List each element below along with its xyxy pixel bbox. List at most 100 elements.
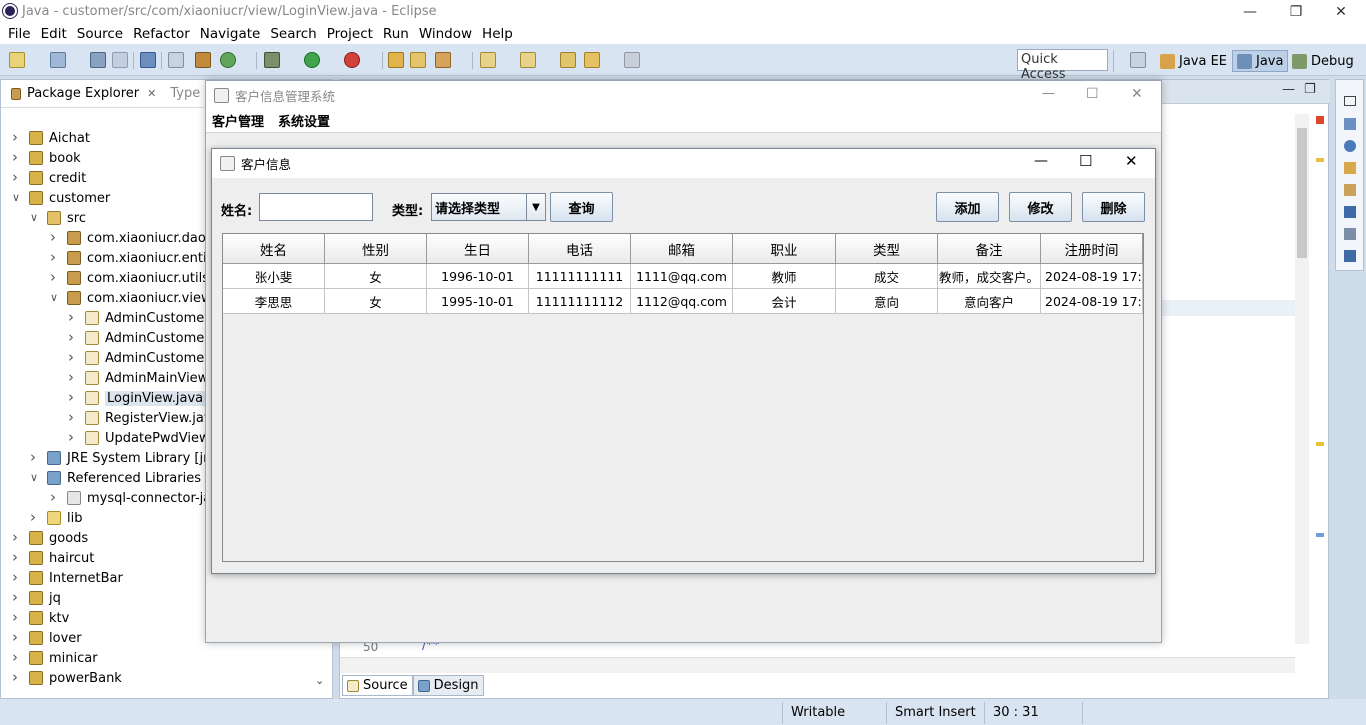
type-hierarchy-tab[interactable]: Type [170, 86, 200, 101]
back-icon[interactable] [584, 52, 600, 68]
query-button[interactable]: 查询 [550, 192, 613, 222]
scroll-down-icon[interactable]: ⌄ [315, 674, 324, 687]
new-icon[interactable] [9, 52, 25, 68]
tree-item[interactable]: Referenced Libraries [47, 468, 201, 488]
table-cell[interactable]: 2024-08-19 17:... [1041, 264, 1143, 289]
tree-item[interactable]: InternetBar [29, 568, 123, 588]
chevron-right-icon[interactable]: › [12, 588, 18, 606]
skip-breakpoints-icon[interactable] [168, 52, 184, 68]
chevron-down-icon[interactable]: ∨ [30, 471, 38, 484]
frame-maximize-icon[interactable]: ☐ [1079, 152, 1092, 170]
table-cell[interactable]: 教师，成交客户。 [938, 264, 1041, 289]
table-cell[interactable]: 1111@qq.com [631, 264, 733, 289]
declaration-icon[interactable] [1344, 184, 1356, 196]
perspective-java-ee[interactable]: Java EE [1160, 50, 1227, 72]
table-header-cell[interactable]: 电话 [529, 234, 631, 264]
refresh-icon[interactable] [220, 52, 236, 68]
chevron-right-icon[interactable]: › [12, 608, 18, 626]
tree-item[interactable]: minicar [29, 648, 98, 668]
source-tab[interactable]: Source [342, 675, 413, 696]
tree-item[interactable]: com.xiaoniucr.entity [67, 248, 219, 268]
menu-source[interactable]: Source [77, 26, 123, 42]
horizontal-scrollbar[interactable] [340, 657, 1295, 673]
menu-system-settings[interactable]: 系统设置 [278, 111, 330, 130]
open-folder-icon[interactable] [410, 52, 426, 68]
add-button[interactable]: 添加 [936, 192, 999, 222]
menu-project[interactable]: Project [327, 26, 373, 42]
javadoc-icon[interactable] [1344, 162, 1356, 174]
tree-item[interactable]: powerBank [29, 668, 122, 688]
table-cell[interactable]: 1996-10-01 [427, 264, 529, 289]
tree-item[interactable]: JRE System Library [jre1 [47, 448, 224, 468]
run-icon[interactable] [304, 52, 320, 68]
open-perspective-icon[interactable] [1130, 52, 1146, 68]
chevron-right-icon[interactable]: › [68, 388, 74, 406]
table-cell[interactable]: 11111111112 [529, 289, 631, 314]
quick-access-input[interactable]: Quick Access [1017, 49, 1108, 82]
tree-item[interactable]: AdminCustomerA [85, 308, 218, 328]
tree-item[interactable]: com.xiaoniucr.view [67, 288, 212, 308]
outer-close-icon[interactable]: ✕ [1131, 86, 1143, 102]
menu-help[interactable]: Help [482, 26, 513, 42]
frame-close-icon[interactable]: ✕ [1125, 152, 1138, 170]
outline-icon[interactable] [1344, 118, 1356, 130]
tree-item[interactable]: AdminCustomerU [85, 348, 219, 368]
package-explorer-tab[interactable]: Package Explorer [27, 86, 139, 101]
table-cell[interactable]: 女 [325, 289, 427, 314]
tree-item[interactable]: Aichat [29, 128, 90, 148]
build-icon[interactable] [195, 52, 211, 68]
menu-search[interactable]: Search [270, 26, 316, 42]
chevron-right-icon[interactable]: › [12, 628, 18, 646]
chevron-right-icon[interactable]: › [68, 428, 74, 446]
perspective-java[interactable]: Java [1232, 50, 1289, 72]
table-cell[interactable]: 意向客户 [938, 289, 1041, 314]
table-header-cell[interactable]: 生日 [427, 234, 529, 264]
restore-icon[interactable]: ❐ [1273, 0, 1319, 23]
editor-scrollbar[interactable] [1295, 114, 1309, 644]
outer-maximize-icon[interactable]: ☐ [1086, 86, 1099, 102]
tree-item[interactable]: haircut [29, 548, 94, 568]
maximize-view-icon[interactable]: ❐ [1304, 82, 1316, 97]
tree-item[interactable]: goods [29, 528, 88, 548]
name-input[interactable] [259, 193, 373, 221]
tree-item[interactable]: mysql-connector-jav [67, 488, 219, 508]
tree-item[interactable]: com.xiaoniucr.dao [67, 228, 206, 248]
chevron-right-icon[interactable]: › [30, 448, 36, 466]
table-cell[interactable]: 教师 [733, 264, 836, 289]
tree-item[interactable]: lib [47, 508, 82, 528]
table-cell[interactable]: 1995-10-01 [427, 289, 529, 314]
console-view-icon[interactable] [1344, 206, 1356, 218]
table-header-cell[interactable]: 类型 [836, 234, 938, 264]
tree-item[interactable]: RegisterView.java [85, 408, 220, 428]
tree-item[interactable]: AdminCustomerM [85, 328, 221, 348]
chevron-right-icon[interactable]: › [68, 408, 74, 426]
minimize-icon[interactable]: — [1227, 0, 1273, 23]
chevron-right-icon[interactable]: › [12, 548, 18, 566]
menu-customer-management[interactable]: 客户管理 [212, 111, 264, 130]
tree-item[interactable]: com.xiaoniucr.utils [67, 268, 209, 288]
tree-item[interactable]: credit [29, 168, 86, 188]
minimize-view-icon[interactable]: — [1282, 82, 1295, 97]
chevron-right-icon[interactable]: › [30, 508, 36, 526]
menu-window[interactable]: Window [419, 26, 472, 42]
chevron-right-icon[interactable]: › [12, 528, 18, 546]
problems-icon[interactable] [1344, 250, 1356, 262]
tree-item[interactable]: AdminMainView.j [85, 368, 215, 388]
table-header-cell[interactable]: 性别 [325, 234, 427, 264]
table-cell[interactable]: 成交 [836, 264, 938, 289]
save-all-icon[interactable] [112, 52, 128, 68]
table-header-cell[interactable]: 备注 [938, 234, 1041, 264]
tree-item[interactable]: ktv [29, 608, 69, 628]
chevron-right-icon[interactable]: › [12, 128, 18, 146]
chevron-right-icon[interactable]: › [50, 488, 56, 506]
chevron-right-icon[interactable]: › [68, 328, 74, 346]
design-tab[interactable]: Design [412, 675, 484, 696]
close-icon[interactable]: ✕ [1318, 0, 1364, 23]
table-cell[interactable]: 李思思 [223, 289, 325, 314]
table-cell[interactable]: 11111111111 [529, 264, 631, 289]
open-type-icon[interactable] [388, 52, 404, 68]
menu-refactor[interactable]: Refactor [133, 26, 190, 42]
restore-icon[interactable] [1344, 96, 1356, 106]
chevron-right-icon[interactable]: › [12, 168, 18, 186]
progress-icon[interactable] [1344, 228, 1356, 240]
